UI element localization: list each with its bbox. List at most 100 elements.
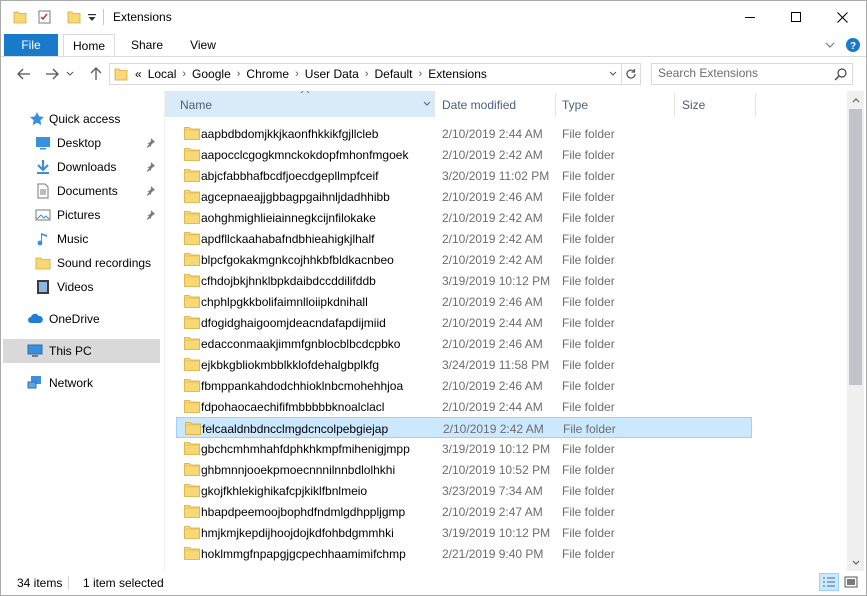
details-view-button[interactable] bbox=[819, 573, 839, 591]
nav-item-pictures[interactable]: Pictures bbox=[3, 203, 160, 227]
breadcrumb-item[interactable]: User Data bbox=[302, 67, 362, 81]
address-bar[interactable]: « Local › Google › Chrome › User Data › … bbox=[109, 63, 641, 85]
file-row[interactable]: gbchcmhmhahfdphkhkmpfmihenigjmpp 3/19/201… bbox=[176, 438, 752, 459]
tab-file[interactable]: File bbox=[4, 34, 58, 56]
refresh-button[interactable] bbox=[621, 64, 640, 84]
file-date-modified: 2/10/2019 2:42 AM bbox=[442, 253, 543, 267]
chevron-right-icon[interactable]: › bbox=[362, 68, 372, 80]
chevron-right-icon[interactable]: › bbox=[179, 68, 189, 80]
column-header-name[interactable]: Name bbox=[165, 91, 435, 117]
tab-share[interactable]: Share bbox=[123, 34, 171, 56]
folder-icon bbox=[184, 336, 200, 350]
nav-item-this-pc[interactable]: This PC bbox=[3, 339, 160, 363]
nav-item-network[interactable]: Network bbox=[3, 371, 160, 395]
file-row[interactable]: felcaaldnbdncclmgdcncolpebgiejap 2/10/201… bbox=[176, 417, 752, 438]
nav-item-sound-recordings[interactable]: Sound recordings bbox=[3, 251, 160, 275]
chevron-right-icon[interactable]: › bbox=[234, 68, 244, 80]
nav-item-downloads[interactable]: Downloads bbox=[3, 155, 160, 179]
properties-icon[interactable] bbox=[37, 9, 53, 25]
large-icons-view-icon bbox=[844, 576, 858, 588]
scroll-up-button[interactable] bbox=[847, 91, 864, 108]
file-row[interactable]: apdfllckaahabafndbhieahigkjlhalf 2/10/201… bbox=[176, 228, 752, 249]
file-row[interactable]: abjcfabbhafbcdfjoecdgepllmpfceif 3/20/201… bbox=[176, 165, 752, 186]
nav-label: Sound recordings bbox=[57, 256, 152, 270]
file-row[interactable]: chphlpgkkbolifaimnlloiipkdnihall 2/10/201… bbox=[176, 291, 752, 312]
folder-icon bbox=[184, 294, 200, 308]
file-row[interactable]: gkojfkhlekighikafcpjkiklfbnlmeio 3/23/201… bbox=[176, 480, 752, 501]
chevron-right-icon[interactable]: › bbox=[292, 68, 302, 80]
nav-item-quick-access[interactable]: Quick access bbox=[3, 107, 160, 131]
pin-icon[interactable] bbox=[145, 138, 155, 148]
nav-label: OneDrive bbox=[49, 312, 100, 326]
search-icon[interactable] bbox=[834, 67, 848, 81]
tab-home[interactable]: Home bbox=[63, 34, 115, 58]
file-row[interactable]: ejkbkgbliokmbblkklofdehalgbplkfg 3/24/201… bbox=[176, 354, 752, 375]
help-icon[interactable]: ? bbox=[845, 37, 861, 53]
file-row[interactable]: fbmppankahdodchhioklnbcmohehhjoa 2/10/201… bbox=[176, 375, 752, 396]
pin-icon[interactable] bbox=[145, 162, 155, 172]
nav-item-documents[interactable]: Documents bbox=[3, 179, 160, 203]
file-date-modified: 2/10/2019 2:46 AM bbox=[442, 295, 543, 309]
expand-ribbon-icon[interactable] bbox=[823, 37, 837, 53]
breadcrumb-item[interactable]: Chrome bbox=[243, 67, 292, 81]
column-header-date[interactable]: Date modified bbox=[435, 91, 555, 117]
nav-item-videos[interactable]: Videos bbox=[3, 275, 160, 299]
explorer-window: Extensions File Home Share View ? « Loca… bbox=[0, 0, 867, 596]
pin-icon[interactable] bbox=[145, 210, 155, 220]
scroll-down-button[interactable] bbox=[847, 554, 864, 571]
nav-item-onedrive[interactable]: OneDrive bbox=[3, 307, 160, 331]
file-date-modified: 2/10/2019 2:46 AM bbox=[442, 379, 543, 393]
file-date-modified: 3/19/2019 10:12 PM bbox=[442, 442, 551, 456]
file-row[interactable]: hbapdpeemoojbophdfndmlgdhppljgmp 2/10/201… bbox=[176, 501, 752, 522]
vertical-scrollbar[interactable] bbox=[847, 91, 864, 571]
folder-icon bbox=[184, 126, 200, 140]
file-date-modified: 3/24/2019 11:58 PM bbox=[442, 358, 550, 372]
file-row[interactable]: fdpohaocaechififmbbbbbknoalclacl 2/10/201… bbox=[176, 396, 752, 417]
search-box[interactable] bbox=[651, 63, 853, 85]
breadcrumb-item[interactable]: Extensions bbox=[425, 67, 490, 81]
file-row[interactable]: blpcfgokakmgnkcojhhkbfbldkacnbeo 2/10/201… bbox=[176, 249, 752, 270]
address-history-button[interactable] bbox=[606, 64, 620, 84]
nav-item-desktop[interactable]: Desktop bbox=[3, 131, 160, 155]
file-row[interactable]: edacconmaakjimmfgnblocblbcdcpbko 2/10/201… bbox=[176, 333, 752, 354]
file-row[interactable]: agcepnaeajjgbbagpgaihnljdadhhibb 2/10/201… bbox=[176, 186, 752, 207]
file-row[interactable]: aohghmighlieiainnegkcijnfilokake 2/10/201… bbox=[176, 207, 752, 228]
chevron-down-icon[interactable] bbox=[423, 100, 431, 108]
file-row[interactable]: aapocclcgogkmnckokdopfmhonfmgoek 2/10/201… bbox=[176, 144, 752, 165]
breadcrumb-overflow[interactable]: « bbox=[132, 67, 145, 81]
column-label: Name bbox=[180, 98, 213, 112]
maximize-button[interactable] bbox=[773, 1, 819, 33]
customize-quick-access-icon[interactable] bbox=[87, 9, 97, 25]
minimize-button[interactable] bbox=[727, 1, 773, 33]
column-header-type[interactable]: Type bbox=[556, 91, 674, 117]
scroll-thumb[interactable] bbox=[849, 109, 862, 385]
up-button[interactable] bbox=[85, 65, 107, 83]
breadcrumb-item[interactable]: Default bbox=[371, 67, 415, 81]
back-button[interactable] bbox=[13, 65, 35, 83]
file-row[interactable]: dfogidghaigoomjdeacndafapdijmiid 2/10/201… bbox=[176, 312, 752, 333]
column-header-size[interactable]: Size bbox=[675, 91, 755, 117]
file-type: File folder bbox=[562, 274, 615, 288]
chevron-right-icon[interactable]: › bbox=[416, 68, 426, 80]
file-row[interactable]: ghbmnnjooekpmoecnnnilnnbdlolhkhi 2/10/201… bbox=[176, 459, 752, 480]
file-date-modified: 2/10/2019 2:44 AM bbox=[442, 127, 543, 141]
file-row[interactable]: cfhdojbkjhnklbpkdaibdccddilifddb 3/19/201… bbox=[176, 270, 752, 291]
folder-icon bbox=[185, 421, 201, 435]
pin-icon[interactable] bbox=[145, 186, 155, 196]
tab-view[interactable]: View bbox=[181, 34, 225, 56]
large-icons-view-button[interactable] bbox=[841, 573, 861, 591]
forward-button[interactable] bbox=[41, 65, 63, 83]
file-row[interactable]: aapbdbdomjkkjkaonfhkkikfgjllcleb 2/10/201… bbox=[176, 123, 752, 144]
breadcrumb-item[interactable]: Local bbox=[145, 67, 180, 81]
recent-locations-button[interactable] bbox=[63, 65, 77, 83]
search-input[interactable] bbox=[658, 66, 826, 80]
file-row[interactable]: hmjkmjkepdijhoojdojkdfohbdgmmhki 3/19/201… bbox=[176, 522, 752, 543]
file-row[interactable]: hoklmmgfnpapgjgcpechhaamimifchmp 2/21/201… bbox=[176, 543, 752, 564]
breadcrumb-item[interactable]: Google bbox=[189, 67, 234, 81]
file-name: abjcfabbhafbcdfjoecdgepllmpfceif bbox=[201, 169, 379, 183]
new-folder-icon[interactable] bbox=[67, 9, 81, 25]
nav-item-music[interactable]: Music bbox=[3, 227, 160, 251]
column-divider[interactable] bbox=[755, 93, 756, 117]
close-button[interactable] bbox=[819, 1, 865, 33]
folder-icon bbox=[184, 168, 200, 182]
